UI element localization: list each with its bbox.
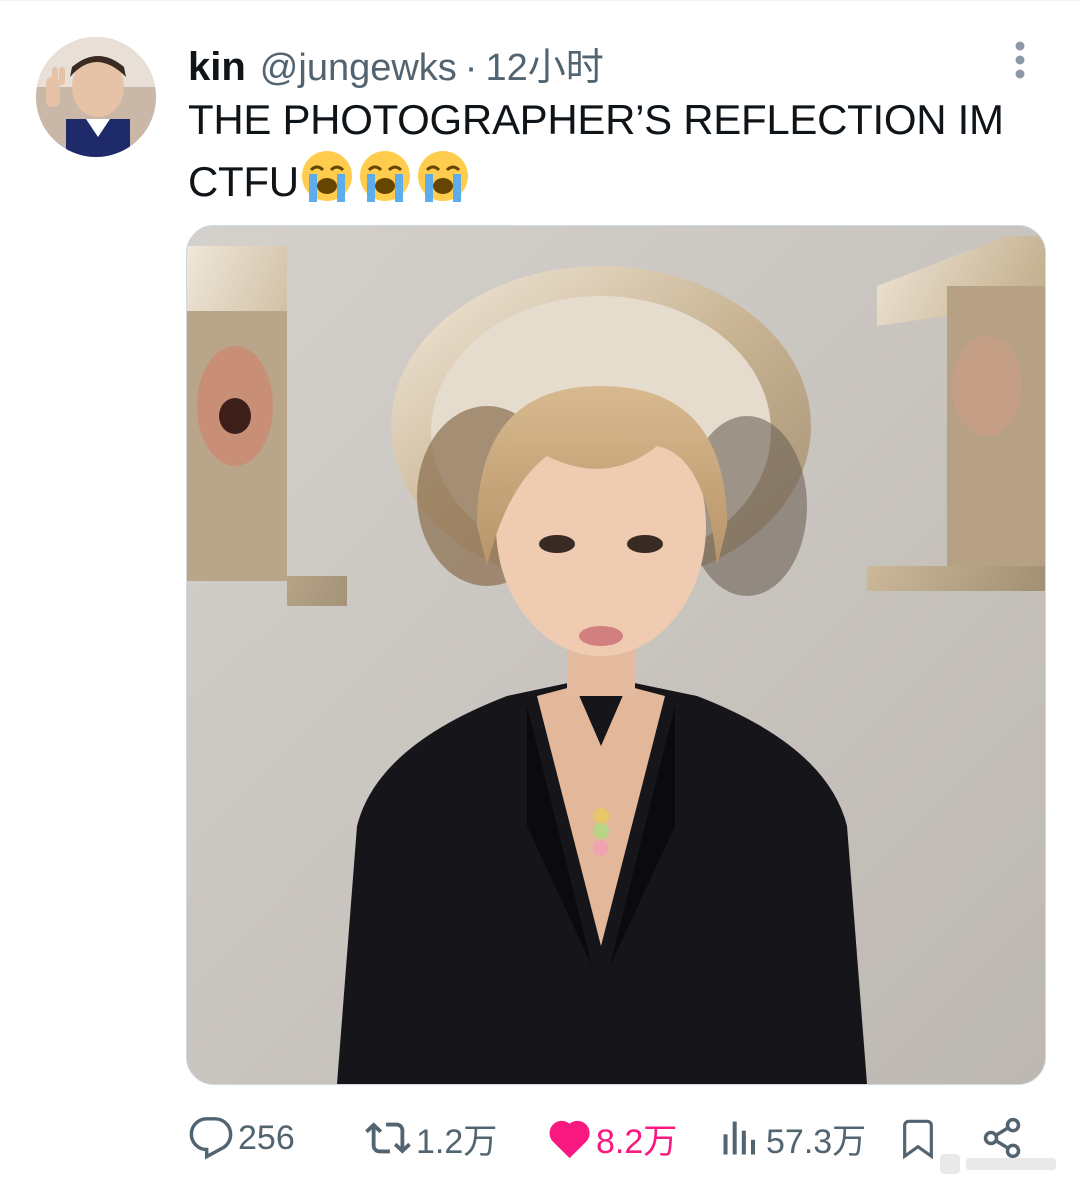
tweet-header: kin @jungewks · 12小时 (188, 36, 604, 89)
views-button[interactable]: 57.3万 (718, 1108, 866, 1168)
bookmark-button[interactable] (898, 1108, 938, 1168)
reply-button[interactable]: 256 (188, 1108, 295, 1168)
top-divider (0, 0, 1080, 1)
user-handle[interactable]: @jungewks (260, 47, 457, 90)
timestamp[interactable]: 12小时 (485, 36, 603, 91)
like-count: 8.2万 (596, 1122, 678, 1161)
bookmark-icon (903, 1119, 933, 1160)
separator-dot: · (464, 47, 478, 89)
more-options-icon[interactable] (1006, 40, 1034, 84)
tweet-page: kin @jungewks · 12小时 THE PHOTOGRAPHER’S … (0, 0, 1080, 1182)
loudly-crying-face-icon (359, 151, 410, 202)
reply-count: 256 (238, 1118, 295, 1157)
retweet-icon (365, 1122, 411, 1154)
like-button[interactable]: 8.2万 (546, 1108, 677, 1168)
retweet-button[interactable]: 1.2万 (364, 1108, 497, 1168)
loudly-crying-face-icon (301, 151, 352, 202)
view-count: 57.3万 (766, 1122, 867, 1161)
watermark-graphic (940, 1150, 1060, 1178)
user-avatar[interactable] (36, 37, 156, 157)
avatar-photo-icon (36, 37, 156, 157)
emoji-group (299, 148, 471, 204)
photo-icon (187, 226, 1045, 1084)
tweet-actions-bar: 256 1.2万 8.2万 57.3万 (0, 1108, 1080, 1168)
tweet-text: THE PHOTOGRAPHER’S REFLECTION IM CTFU (188, 92, 1048, 210)
display-name[interactable]: kin (188, 45, 246, 90)
loudly-crying-face-icon (417, 151, 468, 202)
reply-icon (189, 1117, 233, 1160)
bar-chart-icon (723, 1121, 756, 1155)
heart-filled-icon (549, 1120, 590, 1159)
tweet-media-photo[interactable] (186, 225, 1046, 1085)
retweet-count: 1.2万 (416, 1122, 498, 1161)
